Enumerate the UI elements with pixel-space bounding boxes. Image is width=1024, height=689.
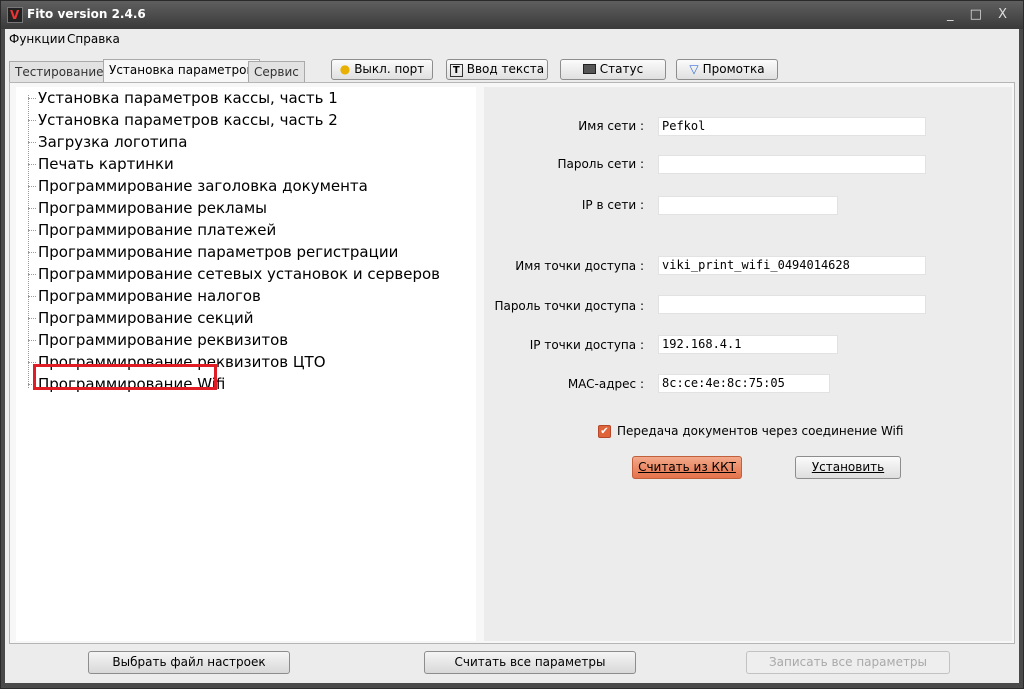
tree-item[interactable]: Программирование заголовка документа: [38, 176, 368, 196]
access-point-password-label: Пароль точки доступа :: [494, 299, 644, 313]
network-password-label: Пароль сети :: [557, 157, 644, 171]
tree-branch: [28, 164, 36, 165]
ip-in-network-field[interactable]: [658, 196, 838, 215]
access-point-name-field[interactable]: viki_print_wifi_0494014628: [658, 256, 926, 275]
tree-branch: [28, 120, 36, 121]
port-off-button[interactable]: ● Выкл. порт: [331, 59, 433, 80]
window-controls[interactable]: _ □ X: [947, 7, 1013, 22]
tree-branch: [28, 208, 36, 209]
network-name-field[interactable]: Pefkol: [658, 117, 926, 136]
tree-guide-line: [28, 95, 29, 388]
menu-bar: Функции Справка: [5, 29, 1019, 49]
tree-branch: [28, 98, 36, 99]
access-point-ip-label: IP точки доступа :: [529, 338, 644, 352]
access-point-password-field[interactable]: [658, 295, 926, 314]
parameters-panel: Установка параметров кассы, часть 1 Уста…: [9, 82, 1015, 644]
tree-branch: [28, 142, 36, 143]
status-button[interactable]: Статус: [560, 59, 666, 80]
write-all-parameters-button[interactable]: Записать все параметры: [746, 651, 950, 674]
lightbulb-icon: ●: [339, 62, 351, 76]
tree-branch: [28, 230, 36, 231]
tree-branch: [28, 186, 36, 187]
install-button[interactable]: Установить: [795, 456, 901, 479]
wifi-transfer-label: Передача документов через соединение Wif…: [617, 424, 904, 438]
tree-branch: [28, 362, 36, 363]
access-point-ip-field[interactable]: 192.168.4.1: [658, 335, 838, 354]
tree-item[interactable]: Программирование сетевых установок и сер…: [38, 264, 440, 284]
feed-button[interactable]: ▽ Промотка: [676, 59, 778, 80]
title-bar: V Fito version 2.4.6 _ □ X: [1, 1, 1023, 29]
selection-highlight-frame: [33, 364, 217, 390]
tree-item[interactable]: Программирование рекламы: [38, 198, 267, 218]
tree-branch: [28, 274, 36, 275]
tree-branch: [28, 252, 36, 253]
tab-service[interactable]: Сервис: [248, 61, 305, 83]
tree-item[interactable]: Загрузка логотипа: [38, 132, 187, 152]
settings-tree: Установка параметров кассы, часть 1 Уста…: [16, 87, 476, 641]
tree-branch: [28, 340, 36, 341]
tree-item[interactable]: Программирование параметров регистрации: [38, 242, 398, 262]
mac-address-field[interactable]: 8c:ce:4e:8c:75:05: [658, 374, 830, 393]
text-input-button[interactable]: T Ввод текста: [446, 59, 548, 80]
menu-functions[interactable]: Функции: [9, 32, 65, 46]
read-from-kkt-button[interactable]: Считать из ККТ: [632, 456, 742, 479]
window-title: Fito version 2.4.6: [27, 7, 146, 21]
tree-item[interactable]: Программирование налогов: [38, 286, 261, 306]
tree-item[interactable]: Установка параметров кассы, часть 1: [38, 88, 338, 108]
chevron-down-icon: ▽: [689, 62, 699, 76]
tree-item[interactable]: Печать картинки: [38, 154, 174, 174]
access-point-name-label: Имя точки доступа :: [515, 259, 644, 273]
app-window: V Fito version 2.4.6 _ □ X Функции Справ…: [0, 0, 1024, 689]
wifi-transfer-checkbox[interactable]: ✔: [598, 425, 611, 438]
text-icon: T: [449, 64, 463, 77]
monitor-icon: [582, 64, 596, 74]
network-name-label: Имя сети :: [578, 119, 644, 133]
mac-address-label: MAC-адрес :: [567, 377, 644, 391]
tree-branch: [28, 296, 36, 297]
tab-testing[interactable]: Тестирование: [9, 61, 110, 83]
app-logo-icon: V: [7, 7, 23, 23]
ip-in-network-label: IP в сети :: [581, 198, 644, 212]
tree-item[interactable]: Программирование реквизитов: [38, 330, 288, 350]
wifi-settings-form: Имя сети : Pefkol Пароль сети : IP в сет…: [484, 87, 1012, 641]
choose-settings-file-button[interactable]: Выбрать файл настроек: [88, 651, 290, 674]
tab-parameters[interactable]: Установка параметров: [103, 59, 260, 83]
tree-item[interactable]: Программирование платежей: [38, 220, 276, 240]
tree-branch: [28, 318, 36, 319]
tree-item[interactable]: Установка параметров кассы, часть 2: [38, 110, 338, 130]
read-all-parameters-button[interactable]: Считать все параметры: [424, 651, 636, 674]
network-password-field[interactable]: [658, 155, 926, 174]
client-area: Тестирование Установка параметров Сервис…: [5, 49, 1019, 683]
menu-help[interactable]: Справка: [67, 32, 120, 46]
tree-item[interactable]: Программирование секций: [38, 308, 253, 328]
